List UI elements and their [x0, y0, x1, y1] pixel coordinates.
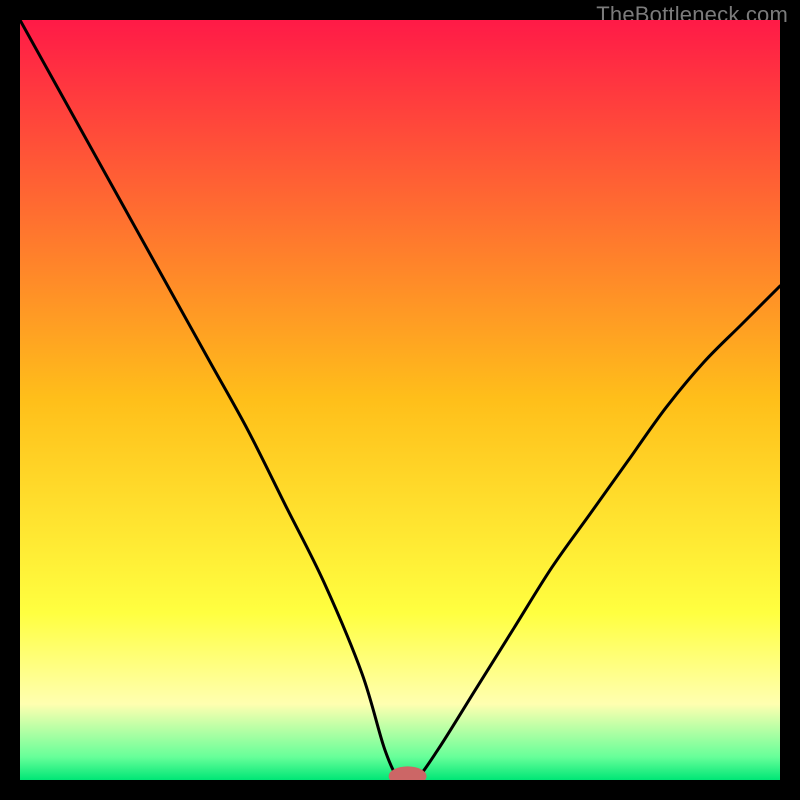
chart-frame: TheBottleneck.com [0, 0, 800, 800]
bottleneck-chart [20, 20, 780, 780]
plot-area [20, 20, 780, 780]
gradient-background [20, 20, 780, 780]
